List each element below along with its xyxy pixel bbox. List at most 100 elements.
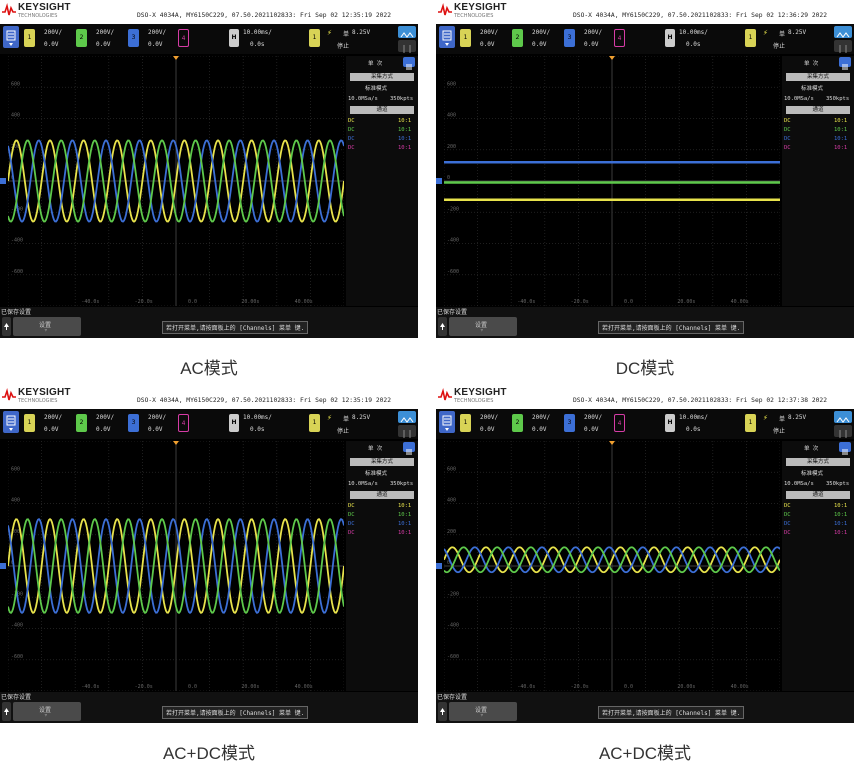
probe-button[interactable]: 通道 bbox=[350, 106, 414, 114]
horizontal-scale: 10.00ms/ bbox=[679, 414, 708, 421]
y-tick-label: -200 bbox=[447, 591, 459, 597]
y-tick-label: 600 bbox=[11, 81, 20, 87]
cursor-button[interactable] bbox=[834, 425, 852, 438]
back-button[interactable] bbox=[438, 702, 447, 721]
cursor-icon bbox=[839, 45, 847, 53]
channel-1-button[interactable]: 1 bbox=[24, 414, 35, 432]
horizontal-delay: 0.0s bbox=[250, 426, 265, 433]
trigger-position-marker bbox=[173, 56, 179, 60]
instrument-header: DSO-X 4034A, MY6150C229, 07.50.202110283… bbox=[137, 397, 392, 404]
ground-marker-icon[interactable] bbox=[436, 178, 442, 184]
channel-1-number: 1 bbox=[463, 34, 468, 41]
x-tick-label: 40.00s bbox=[731, 299, 749, 305]
channel-4-button[interactable]: 4 bbox=[178, 414, 189, 432]
channel-4-button[interactable]: 4 bbox=[178, 29, 189, 47]
channel-2-button[interactable]: 2 bbox=[512, 414, 523, 432]
channel-4-button[interactable]: 4 bbox=[614, 29, 625, 47]
trigger-source-number: 1 bbox=[312, 34, 317, 41]
memory-depth: 350kpts bbox=[826, 96, 850, 102]
horizontal-button[interactable]: H bbox=[229, 29, 239, 47]
sidebar-menu-button[interactable] bbox=[839, 442, 851, 455]
softkey-settings[interactable]: 设置 ▿ bbox=[449, 317, 517, 336]
trigger-button[interactable]: 1 bbox=[745, 29, 756, 47]
channel-3-button[interactable]: 3 bbox=[128, 414, 139, 432]
horizontal-button[interactable]: H bbox=[665, 414, 675, 432]
y-tick-label: 200 bbox=[447, 529, 456, 535]
trigger-source-number: 1 bbox=[748, 419, 753, 426]
ground-marker-icon[interactable] bbox=[0, 563, 6, 569]
menu-icon bbox=[842, 449, 848, 455]
ground-marker-icon[interactable] bbox=[0, 178, 6, 184]
trigger-edge-icon: ⚡ bbox=[763, 413, 768, 422]
probe-coupling-4: DC bbox=[348, 145, 355, 151]
softkey-settings[interactable]: 设置 ▿ bbox=[13, 317, 81, 336]
title-bar: KEYSIGHT TECHNOLOGIES DSO-X 4034A, MY615… bbox=[436, 385, 854, 409]
acquisition-button[interactable]: 采集方式 bbox=[786, 458, 850, 466]
menu-button[interactable] bbox=[439, 26, 455, 48]
ground-markers bbox=[436, 563, 442, 569]
probe-ratio-1: 10:1 bbox=[834, 503, 848, 509]
cursor-button[interactable] bbox=[398, 40, 416, 53]
back-button[interactable] bbox=[2, 317, 11, 336]
probe-button[interactable]: 通道 bbox=[786, 491, 850, 499]
x-tick-label: 0.0 bbox=[188, 299, 197, 305]
x-tick-label: 40.00s bbox=[295, 684, 313, 690]
channel-1-button[interactable]: 1 bbox=[460, 414, 471, 432]
sidebar-menu-button[interactable] bbox=[403, 57, 415, 70]
cursor-button[interactable] bbox=[398, 425, 416, 438]
softkey-settings[interactable]: 设置 ▿ bbox=[449, 702, 517, 721]
channel-2-button[interactable]: 2 bbox=[76, 29, 87, 47]
softkey-settings[interactable]: 设置 ▿ bbox=[13, 702, 81, 721]
measure-button[interactable] bbox=[398, 411, 416, 423]
trigger-level: 8.25V bbox=[788, 29, 807, 36]
channel-1-button[interactable]: 1 bbox=[24, 29, 35, 47]
menu-button[interactable] bbox=[3, 411, 19, 433]
probe-ratio-4: 10:1 bbox=[398, 530, 412, 536]
probe-button[interactable]: 通道 bbox=[350, 491, 414, 499]
probe-button[interactable]: 通道 bbox=[786, 106, 850, 114]
acquisition-button[interactable]: 采集方式 bbox=[350, 458, 414, 466]
back-button[interactable] bbox=[438, 317, 447, 336]
menu-button[interactable] bbox=[439, 411, 455, 433]
channel-3-offset: 0.0V bbox=[148, 41, 163, 48]
probe-ratio-4: 10:1 bbox=[834, 145, 848, 151]
horizontal-button[interactable]: H bbox=[665, 29, 675, 47]
horizontal-button[interactable]: H bbox=[229, 414, 239, 432]
probe-ratio-2: 10:1 bbox=[398, 512, 412, 518]
measure-button[interactable] bbox=[398, 26, 416, 38]
measure-button[interactable] bbox=[834, 411, 852, 423]
channel-3-button[interactable]: 3 bbox=[564, 29, 575, 47]
back-button[interactable] bbox=[2, 702, 11, 721]
channel-1-button[interactable]: 1 bbox=[460, 29, 471, 47]
channel-2-button[interactable]: 2 bbox=[512, 29, 523, 47]
acquisition-button[interactable]: 采集方式 bbox=[786, 73, 850, 81]
trigger-button[interactable]: 1 bbox=[309, 29, 320, 47]
waveform-grid[interactable]: 6004002000-200-400-600-40.0s -20.0s 0.0 20.… bbox=[444, 441, 780, 691]
trigger-button[interactable]: 1 bbox=[745, 414, 756, 432]
sidebar-menu-button[interactable] bbox=[403, 442, 415, 455]
channel-2-number: 2 bbox=[79, 34, 84, 41]
cursor-button[interactable] bbox=[834, 40, 852, 53]
channel-4-button[interactable]: 4 bbox=[614, 414, 625, 432]
status-message: 已保存设置 bbox=[1, 309, 32, 316]
waveform-grid[interactable]: 6004002000-200-400-600-40.0s -20.0s 0.0 20.… bbox=[8, 56, 344, 306]
probe-ratio-2: 10:1 bbox=[834, 127, 848, 133]
bottom-bar: 已保存设置 设置 ▿ 若打开菜单,请按面板上的 [Channels] 菜单 键. bbox=[436, 307, 854, 338]
brand-subtitle: TECHNOLOGIES bbox=[18, 13, 58, 19]
brand-subtitle: TECHNOLOGIES bbox=[18, 398, 58, 404]
ground-marker-icon[interactable] bbox=[436, 563, 442, 569]
measure-button[interactable] bbox=[834, 26, 852, 38]
channel-3-button[interactable]: 3 bbox=[128, 29, 139, 47]
channel-2-button[interactable]: 2 bbox=[76, 414, 87, 432]
oscilloscope-screen-2: KEYSIGHT TECHNOLOGIES DSO-X 4034A, MY615… bbox=[436, 0, 854, 338]
channel-3-button[interactable]: 3 bbox=[564, 414, 575, 432]
waveform-grid[interactable]: 6004002000-200-400-600-40.0s -20.0s 0.0 20.… bbox=[444, 56, 780, 306]
acquisition-button[interactable]: 采集方式 bbox=[350, 73, 414, 81]
trigger-position-marker bbox=[173, 441, 179, 445]
probe-ratio-3: 10:1 bbox=[834, 136, 848, 142]
trigger-button[interactable]: 1 bbox=[309, 414, 320, 432]
sidebar-menu-button[interactable] bbox=[839, 57, 851, 70]
menu-button[interactable] bbox=[3, 26, 19, 48]
waveform-grid[interactable]: 6004002000-200-400-600-40.0s -20.0s 0.0 20.… bbox=[8, 441, 344, 691]
y-tick-label: -600 bbox=[11, 654, 23, 660]
